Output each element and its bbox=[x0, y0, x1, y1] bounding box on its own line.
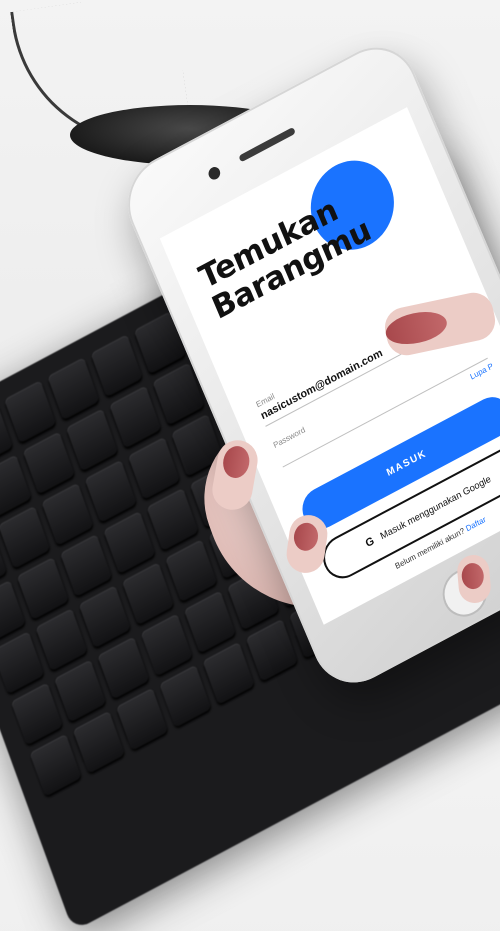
finger-1-nail bbox=[220, 444, 252, 481]
google-icon: G bbox=[363, 534, 377, 551]
finger-2-nail bbox=[292, 521, 320, 553]
signup-link[interactable]: Daftar bbox=[464, 515, 487, 534]
finger-3-nail bbox=[460, 562, 485, 591]
front-camera-icon bbox=[206, 164, 223, 182]
app-title: Temukan Barangmu bbox=[194, 157, 424, 327]
finger-3 bbox=[455, 553, 493, 605]
earpiece-speaker bbox=[238, 126, 296, 163]
thumb-nail bbox=[382, 306, 450, 350]
